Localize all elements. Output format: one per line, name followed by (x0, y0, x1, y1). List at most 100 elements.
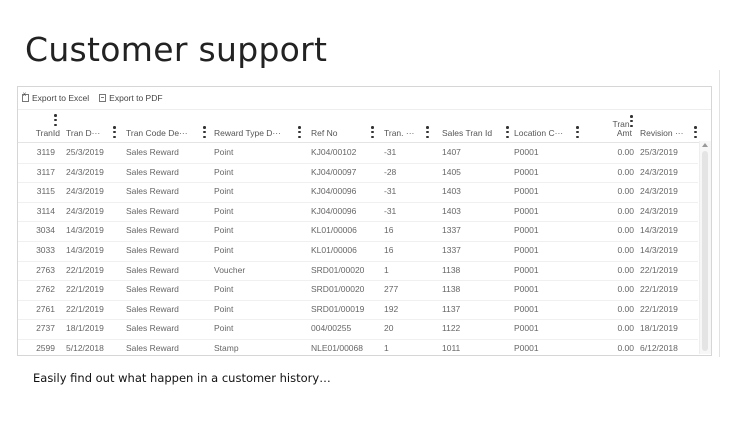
vertical-scrollbar[interactable] (699, 141, 711, 354)
cell-location: P0001 (514, 284, 539, 295)
cell-sales-tran-id: 1405 (442, 166, 461, 177)
column-menu-icon[interactable] (54, 114, 57, 126)
scroll-up-arrow-icon[interactable] (702, 143, 708, 147)
table-row[interactable]: 3033 14/3/2019 Sales Reward Point KL01/00006… (18, 241, 698, 262)
cell-ref-no: KL01/00006 (311, 225, 357, 236)
cell-reward-type: Point (214, 166, 234, 177)
column-header-tran-date[interactable]: Tran D··· (66, 110, 114, 142)
cell-tran-code: Sales Reward (126, 147, 179, 157)
cell-tran-code: Sales Reward (126, 166, 179, 177)
cell-ref-no: KL01/00006 (311, 245, 357, 255)
column-menu-icon[interactable] (694, 126, 697, 138)
scrollbar-thumb[interactable] (702, 151, 708, 351)
cell-tran-code: Sales Reward (126, 264, 179, 275)
column-menu-icon[interactable] (203, 126, 206, 138)
export-pdf-button[interactable]: Export to PDF (99, 93, 163, 103)
cell-tran-qty: 192 (384, 303, 399, 314)
column-header-label: Sales Tran Id (442, 128, 493, 138)
cell-reward-type: Point (214, 303, 234, 314)
column-menu-icon[interactable] (426, 126, 429, 138)
cell-tran-amt: 0.00 (617, 264, 634, 275)
cell-tranid: 3034 (36, 225, 55, 236)
cell-sales-tran-id: 1337 (442, 245, 461, 255)
column-header-label: Tran D··· (66, 128, 101, 138)
cell-location: P0001 (514, 323, 539, 334)
cell-tran-date: 24/3/2019 (66, 205, 104, 216)
cell-location: P0001 (514, 225, 539, 236)
cell-tran-amt: 0.00 (617, 147, 634, 157)
column-header-label: Location C··· (514, 128, 564, 138)
cell-tranid: 2737 (36, 323, 55, 334)
cell-tran-code: Sales Reward (126, 323, 179, 334)
column-menu-icon[interactable] (506, 126, 509, 138)
table-row[interactable]: 2599 5/12/2018 Sales Reward Stamp NLE01/0006… (18, 339, 698, 355)
cell-revision: 22/1/2019 (640, 303, 678, 314)
cell-tran-date: 14/3/2019 (66, 225, 104, 236)
column-menu-icon[interactable] (113, 126, 116, 138)
cell-ref-no: KJ04/00097 (311, 166, 357, 177)
cell-sales-tran-id: 1122 (442, 323, 461, 334)
cell-ref-no: KJ04/00102 (311, 147, 357, 157)
column-header-revision[interactable]: Revision ··· (640, 110, 690, 142)
cell-location: P0001 (514, 264, 539, 275)
cell-revision: 25/3/2019 (640, 147, 678, 157)
column-header-sales-tran-id[interactable]: Sales Tran Id (442, 110, 508, 142)
column-header-location[interactable]: Location C··· (514, 110, 576, 142)
cell-location: P0001 (514, 147, 539, 157)
column-header-ref-no[interactable]: Ref No (311, 110, 371, 142)
column-header-label: Ref No (311, 128, 338, 138)
cell-location: P0001 (514, 186, 539, 197)
table-row[interactable]: 3115 24/3/2019 Sales Reward Point KJ04/00096… (18, 182, 698, 203)
cell-tran-amt: 0.00 (617, 303, 634, 314)
cell-sales-tran-id: 1138 (442, 264, 461, 275)
table-row[interactable]: 3114 24/3/2019 Sales Reward Point KJ04/00096… (18, 202, 698, 223)
cell-revision: 6/12/2018 (640, 343, 678, 353)
column-header-tran-qty[interactable]: Tran. ··· (384, 110, 426, 142)
column-header-reward-type[interactable]: Reward Type D··· (214, 110, 296, 142)
table-row[interactable]: 3034 14/3/2019 Sales Reward Point KL01/00006… (18, 221, 698, 242)
grid-toolbar: Export to Excel Export to PDF (18, 87, 711, 110)
cell-reward-type: Point (214, 245, 234, 255)
column-menu-icon[interactable] (371, 126, 374, 138)
cell-ref-no: NLE01/00068 (311, 343, 363, 353)
cell-reward-type: Point (214, 147, 234, 157)
column-menu-icon[interactable] (576, 126, 579, 138)
cell-reward-type: Point (214, 225, 234, 236)
column-header-label: Tran. ··· (384, 128, 415, 138)
cell-tran-qty: 1 (384, 343, 389, 353)
cell-tran-code: Sales Reward (126, 284, 179, 295)
cell-tran-amt: 0.00 (617, 186, 634, 197)
table-row[interactable]: 3117 24/3/2019 Sales Reward Point KJ04/00097… (18, 163, 698, 184)
cell-tran-date: 14/3/2019 (66, 245, 104, 255)
cell-tranid: 3115 (36, 186, 55, 197)
cell-revision: 14/3/2019 (640, 245, 678, 255)
cell-tran-qty: 277 (384, 284, 399, 295)
cell-tran-code: Sales Reward (126, 343, 179, 353)
cell-tran-date: 25/3/2019 (66, 147, 104, 157)
column-menu-icon[interactable] (298, 126, 301, 138)
cell-revision: 18/1/2019 (640, 323, 678, 334)
pdf-file-icon (99, 94, 107, 102)
cell-reward-type: Voucher (214, 264, 246, 275)
column-header-tran-amt[interactable]: Tran. Amt (596, 110, 632, 142)
cell-ref-no: SRD01/00020 (311, 264, 365, 275)
grid-body: 3119 25/3/2019 Sales Reward Point KJ04/00102… (18, 143, 711, 355)
table-row[interactable]: 2763 22/1/2019 Sales Reward Voucher SRD01/00… (18, 261, 698, 282)
cell-revision: 22/1/2019 (640, 284, 678, 295)
table-row[interactable]: 2761 22/1/2019 Sales Reward Point SRD01/0001… (18, 300, 698, 321)
table-row[interactable]: 2762 22/1/2019 Sales Reward Point SRD01/0002… (18, 280, 698, 301)
cell-tranid: 3117 (36, 166, 55, 177)
excel-file-icon (22, 92, 29, 102)
cell-tranid: 2762 (36, 284, 55, 295)
table-row[interactable]: 3119 25/3/2019 Sales Reward Point KJ04/00102… (18, 143, 698, 164)
cell-tran-date: 18/1/2019 (66, 323, 104, 334)
column-header-tran-code[interactable]: Tran Code De··· (126, 110, 204, 142)
cell-reward-type: Point (214, 205, 234, 216)
cell-tran-qty: -31 (384, 205, 397, 216)
table-row[interactable]: 2737 18/1/2019 Sales Reward Point 004/00255 2… (18, 319, 698, 340)
cell-ref-no: KJ04/00096 (311, 205, 357, 216)
column-menu-icon[interactable] (630, 115, 633, 127)
export-excel-button[interactable]: Export to Excel (22, 92, 89, 103)
column-header-label: Reward Type D··· (214, 128, 281, 138)
cell-tran-code: Sales Reward (126, 303, 179, 314)
